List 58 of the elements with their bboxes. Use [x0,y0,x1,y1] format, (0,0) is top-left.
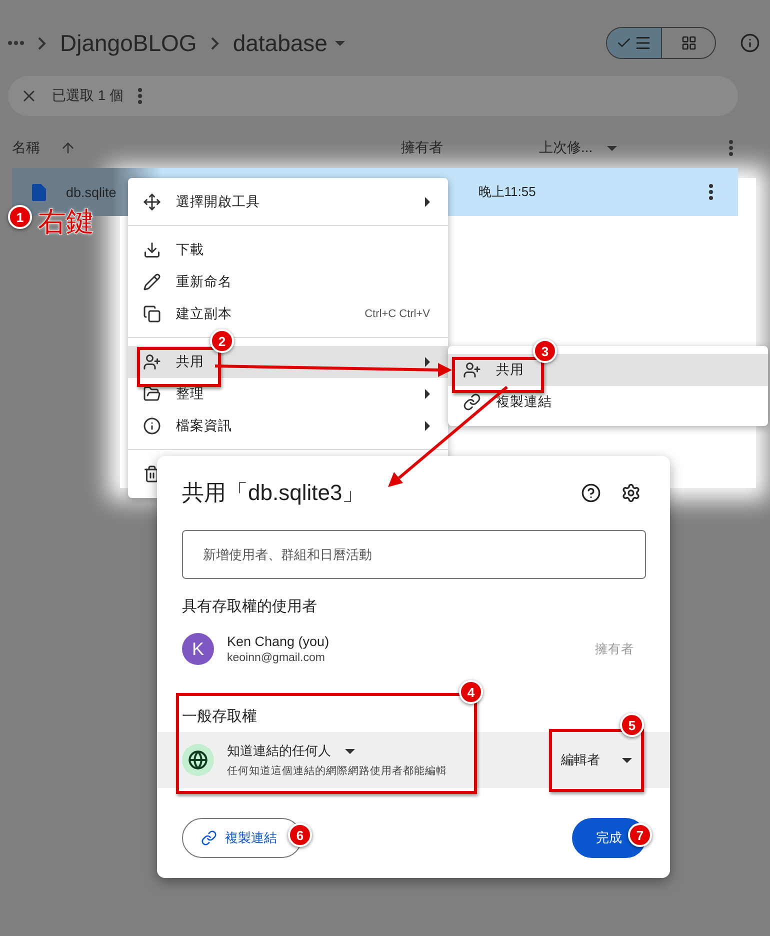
menu-item[interactable]: 檔案資訊 [128,410,448,442]
person-add-icon [143,353,161,371]
access-scope-dropdown[interactable]: 知道連結的任何人 [227,742,331,760]
download-icon [143,241,161,259]
caret-icon [622,758,632,762]
section-heading: 一般存取權 [182,708,257,725]
annotation-label: 右鍵 [38,204,94,240]
caret-icon [606,146,617,150]
role-dropdown[interactable]: 編輯者 [561,751,600,769]
shortcut-text: Ctrl+C Ctrl+V [364,308,430,320]
info-icon [143,417,161,435]
person-role: 擁有者 [595,640,634,658]
person-email: keoinn@gmail.com [227,652,326,664]
step-badge: 1 [8,205,32,229]
link-icon [463,393,481,411]
breadcrumb-item[interactable]: DjangoBLOG [60,30,197,56]
arrows-move-icon [143,193,161,211]
avatar: K [182,633,214,665]
list-view-button[interactable] [607,28,661,58]
folder-icon [143,385,161,403]
document-icon [32,184,46,200]
pencil-icon [143,273,161,291]
file-name: db.sqlite [66,184,116,200]
access-description: 任何知道這個連結的網際網路使用者都能編輯 [227,764,448,778]
menu-item[interactable]: 複製連結 [448,386,768,418]
copy-icon [143,305,161,323]
dialog-title: 共用「db.sqlite3」 [182,479,366,507]
caret-icon [335,40,346,46]
globe-icon [182,744,214,776]
chevron-right-icon [38,36,46,50]
menu-item[interactable]: 建立副本 Ctrl+C Ctrl+V [128,298,448,330]
list-icon [634,34,652,52]
menu-item[interactable]: 重新命名 [128,266,448,298]
column-header[interactable]: 名稱 [12,139,40,157]
section-heading: 具有存取權的使用者 [182,598,317,615]
add-people-field[interactable]: 新增使用者、群組和日曆活動 [182,530,646,579]
menu-item[interactable]: 整理 [128,378,448,410]
file-modified: 晚上11:55 [478,183,536,201]
more-icon [8,41,24,45]
settings-icon [621,483,641,503]
chevron-right-icon [210,36,219,50]
grid-icon [680,35,696,51]
menu-item[interactable]: 選擇開啟工具 [128,186,448,218]
link-icon [201,830,217,846]
more-vert-icon [709,184,713,200]
help-icon [581,483,601,503]
sort-up-icon [60,140,76,156]
menu-item[interactable]: 下載 [128,234,448,266]
selection-count: 已選取 1 個 [52,87,124,105]
caret-icon [345,748,355,754]
breadcrumb-current[interactable]: database [232,30,328,56]
column-header[interactable]: 上次修... [539,139,593,157]
info-icon [740,33,760,53]
person-name: Ken Chang (you) [227,634,330,649]
more-vert-icon [138,88,142,104]
more-vert-icon [729,140,733,156]
person-add-icon [463,361,481,379]
column-header[interactable]: 擁有者 [401,139,443,157]
